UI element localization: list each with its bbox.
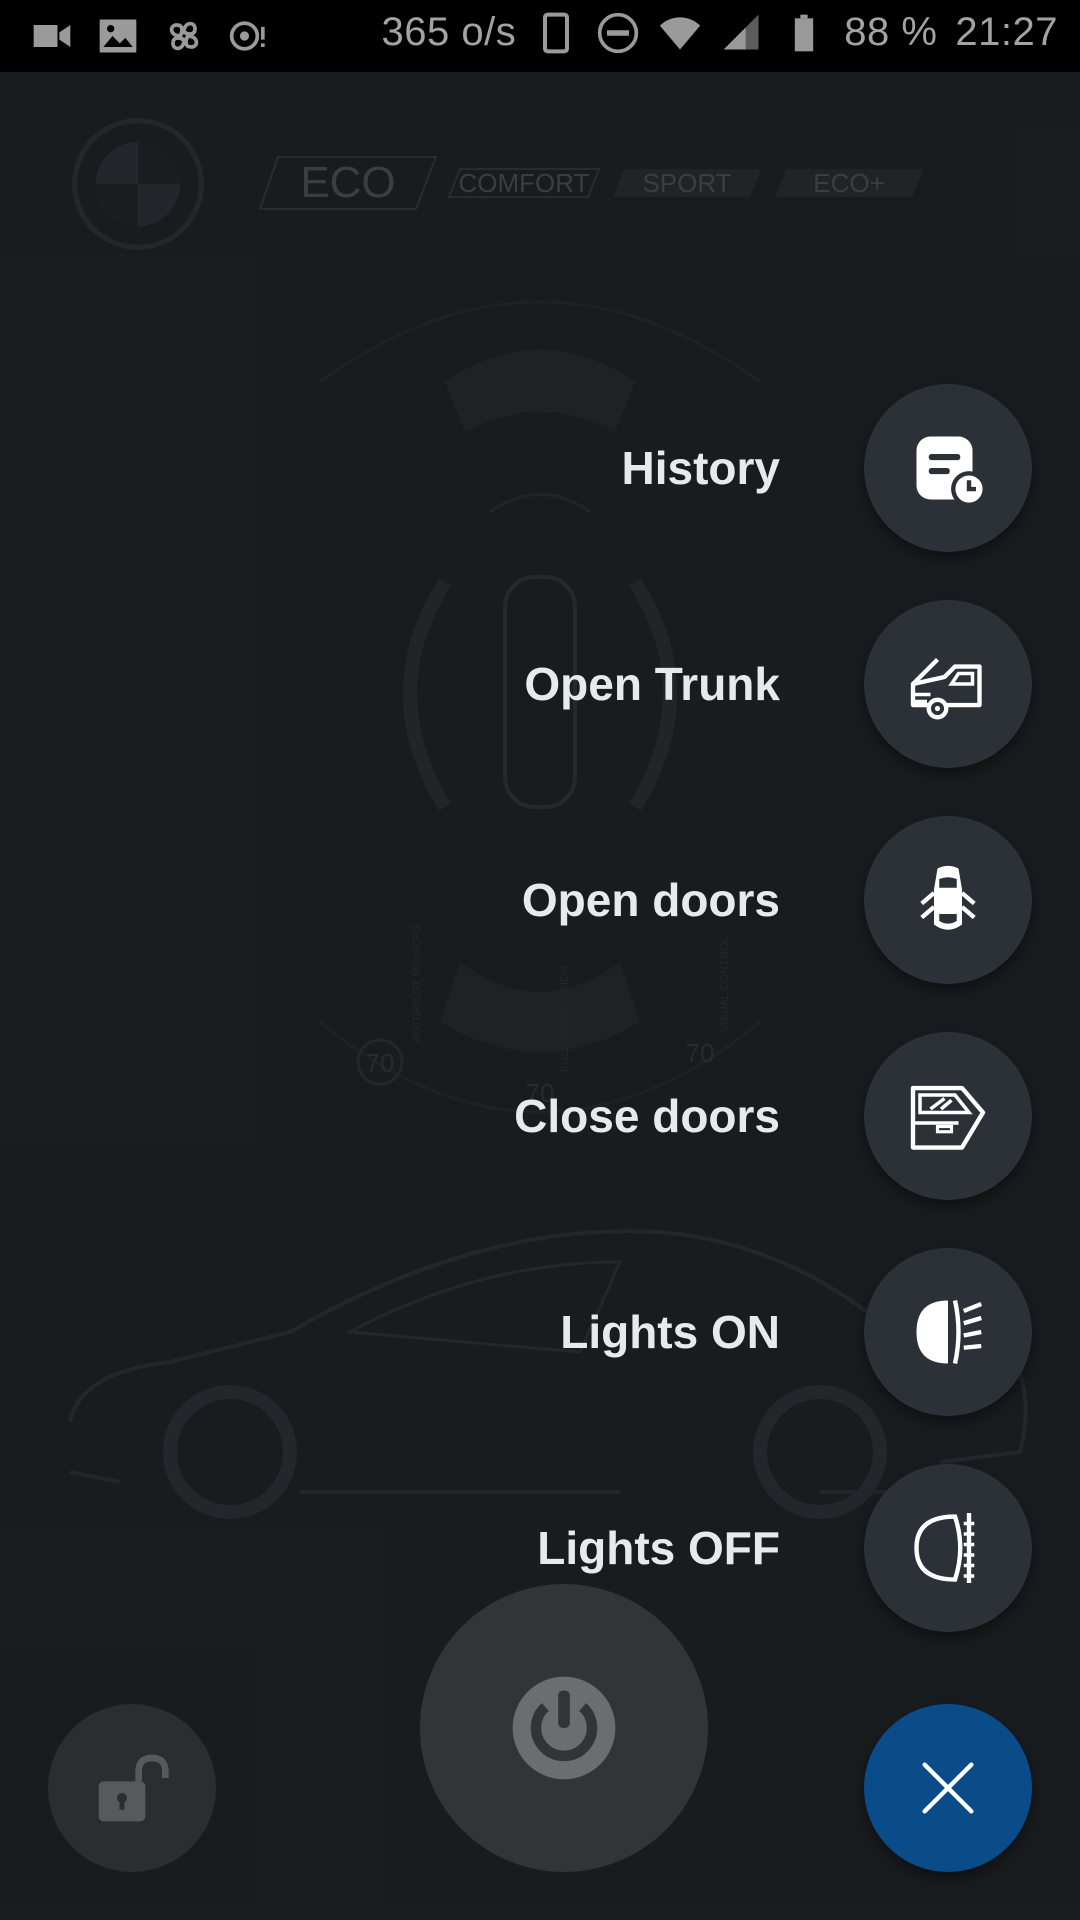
fan-icon (169, 21, 199, 51)
close-doors-button[interactable] (864, 1032, 1032, 1200)
lights-on-icon (916, 1300, 983, 1364)
lights-off-button[interactable] (864, 1464, 1032, 1632)
power-button[interactable] (420, 1584, 708, 1872)
clock: 21:27 (955, 10, 1058, 54)
close-doors-icon (910, 1085, 986, 1150)
open-trunk-button[interactable] (864, 600, 1032, 768)
menu-item-open-trunk[interactable]: Open Trunk (0, 600, 1080, 768)
close-menu-button[interactable] (864, 1704, 1032, 1872)
status-bar: 365 o/s 88 % 21:27 (0, 0, 1080, 72)
menu-item-history[interactable]: History (0, 384, 1080, 552)
menu-label-open-doors[interactable]: Open doors (522, 873, 780, 927)
open-doors-button[interactable] (864, 816, 1032, 984)
menu-label-close-doors[interactable]: Close doors (514, 1089, 780, 1143)
network-speed: 365 o/s (381, 10, 517, 54)
lights-on-button[interactable] (864, 1248, 1032, 1416)
video-icon (33, 25, 71, 47)
lights-off-icon (914, 1513, 975, 1583)
history-button[interactable] (864, 384, 1032, 552)
power-icon (512, 1676, 616, 1780)
menu-label-lights-off[interactable]: Lights OFF (537, 1521, 780, 1575)
history-icon (916, 436, 987, 507)
trunk-icon (910, 657, 982, 720)
menu-item-open-doors[interactable]: Open doors (0, 816, 1080, 984)
image-icon (99, 19, 137, 53)
signal-icon (723, 14, 759, 49)
menu-item-close-doors[interactable]: Close doors (0, 1032, 1080, 1200)
sensor-icon (229, 21, 265, 51)
open-doors-icon (920, 865, 976, 930)
unlock-button[interactable] (48, 1704, 216, 1872)
close-icon (922, 1762, 974, 1814)
battery-icon (795, 14, 814, 51)
wifi-icon (660, 16, 701, 50)
menu-label-lights-on[interactable]: Lights ON (560, 1305, 780, 1359)
menu-item-lights-on[interactable]: Lights ON (0, 1248, 1080, 1416)
menu-label-history[interactable]: History (622, 441, 780, 495)
phone-icon (543, 12, 570, 53)
dnd-icon (598, 12, 639, 53)
battery-level: 88 % (844, 10, 938, 54)
menu-label-open-trunk[interactable]: Open Trunk (524, 657, 780, 711)
unlock-icon (98, 1754, 169, 1822)
mode-comfort: COMFORT (448, 168, 600, 198)
